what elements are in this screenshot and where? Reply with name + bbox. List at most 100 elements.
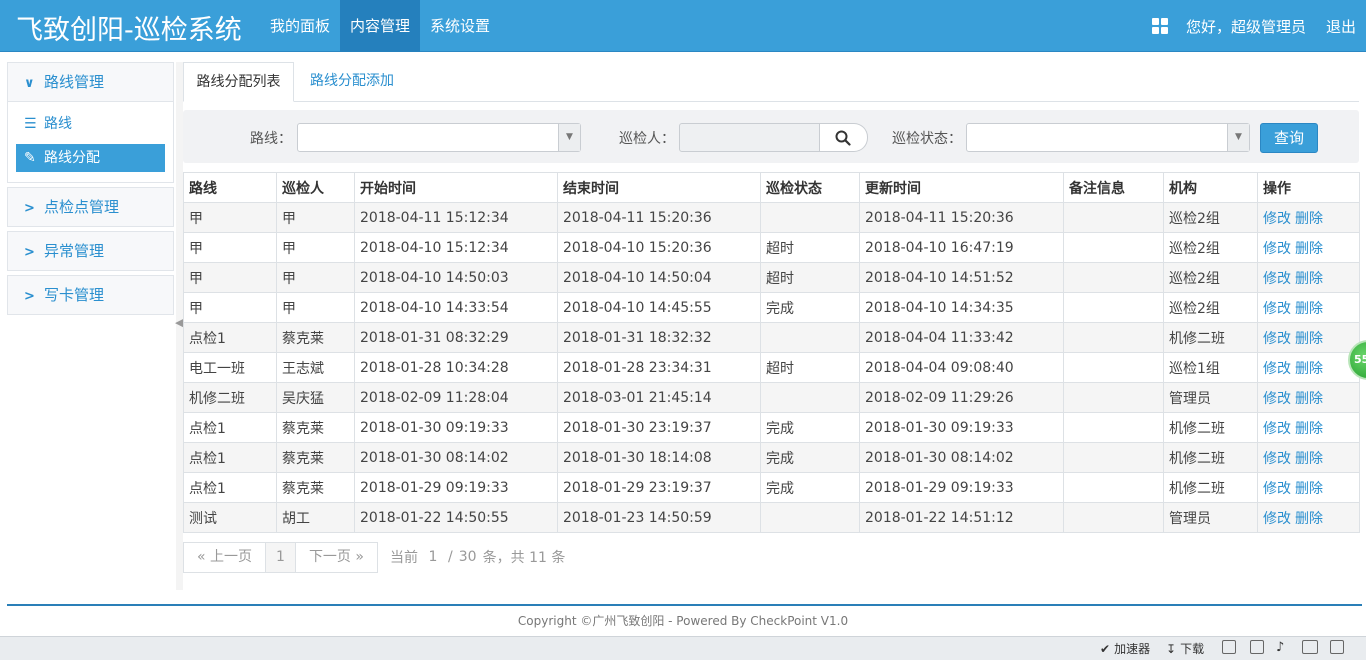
sidebar-group-title-card[interactable]: > 写卡管理	[8, 276, 173, 314]
tab-route-assign-add[interactable]: 路线分配添加	[310, 62, 394, 102]
edit-link[interactable]: 修改	[1263, 211, 1291, 227]
screen-icon[interactable]	[1302, 640, 1322, 654]
user-greeting[interactable]: 您好，超级管理员	[1186, 16, 1306, 37]
pencil-icon: ✎	[24, 150, 36, 166]
delete-link[interactable]: 删除	[1295, 481, 1323, 497]
sidebar-item-route[interactable]: ☰ 路线	[16, 110, 165, 138]
brand-title: 飞致创阳-巡检系统	[16, 15, 242, 46]
delete-link[interactable]: 删除	[1295, 421, 1323, 437]
actions-cell: 修改 删除	[1257, 232, 1360, 263]
delete-link[interactable]: 删除	[1295, 301, 1323, 317]
edit-link[interactable]: 修改	[1263, 241, 1291, 257]
actions-cell: 修改 删除	[1257, 262, 1360, 293]
next-page-button[interactable]: 下一页 »	[294, 541, 378, 573]
route-link[interactable]: 甲	[183, 262, 277, 293]
caret-down-icon: ▼	[558, 124, 580, 151]
table-cell: 2018-03-01 21:45:14	[557, 382, 761, 413]
actions-cell: 修改 删除	[1257, 442, 1360, 473]
edit-link[interactable]: 修改	[1263, 511, 1291, 527]
route-link[interactable]: 点检1	[183, 412, 277, 443]
sidebar-group-checkpoint: > 点检点管理	[7, 187, 174, 227]
route-link[interactable]: 点检1	[183, 322, 277, 353]
table-cell: 巡检2组	[1163, 232, 1258, 263]
table-cell	[1063, 262, 1164, 293]
status-cell	[760, 382, 860, 413]
table-cell: 巡检1组	[1163, 352, 1258, 383]
route-link[interactable]: 甲	[183, 232, 277, 263]
delete-link[interactable]: 删除	[1295, 391, 1323, 407]
route-link[interactable]: 点检1	[183, 472, 277, 503]
logout-link[interactable]: 退出	[1326, 16, 1356, 37]
apps-grid-icon[interactable]	[1151, 18, 1168, 34]
edit-link[interactable]: 修改	[1263, 331, 1291, 347]
zoom-icon[interactable]	[1222, 640, 1240, 654]
page-number-input[interactable]: 1	[418, 549, 448, 565]
table-cell: 机修二班	[1163, 472, 1258, 503]
edit-link[interactable]: 修改	[1263, 361, 1291, 377]
delete-link[interactable]: 删除	[1295, 361, 1323, 377]
delete-link[interactable]: 删除	[1295, 451, 1323, 467]
actions-cell: 修改 删除	[1257, 412, 1360, 443]
table-row: 点检1 蔡克莱 2018-01-31 08:32:29 2018-01-31 18:3…	[183, 322, 1360, 353]
edit-link[interactable]: 修改	[1263, 421, 1291, 437]
current-page: 1	[265, 541, 296, 573]
sidebar-group-body: ☰ 路线 ✎ 路线分配	[8, 101, 173, 182]
table-cell: 蔡克莱	[276, 412, 355, 443]
delete-link[interactable]: 删除	[1295, 271, 1323, 287]
inspector-search-button[interactable]	[820, 123, 868, 152]
status-cell	[760, 502, 860, 533]
delete-link[interactable]: 删除	[1295, 211, 1323, 227]
tab-route-assign-list[interactable]: 路线分配列表	[183, 62, 294, 102]
table-cell: 蔡克莱	[276, 322, 355, 353]
table-row: 点检1 蔡克莱 2018-01-29 09:19:33 2018-01-29 23:1…	[183, 472, 1360, 503]
query-button[interactable]: 查询	[1260, 123, 1318, 153]
status-select[interactable]: ▼	[966, 123, 1250, 152]
download-button[interactable]: ↧ 下载	[1166, 640, 1204, 657]
column-header: 开始时间	[354, 172, 558, 203]
sidebar-group-title-checkpoint[interactable]: > 点检点管理	[8, 188, 173, 226]
table-cell: 2018-01-28 10:34:28	[354, 352, 558, 383]
delete-link[interactable]: 删除	[1295, 331, 1323, 347]
sidebar-group-title-exception[interactable]: > 异常管理	[8, 232, 173, 270]
route-label: 路线：	[250, 131, 292, 147]
table-cell: 2018-04-10 14:51:52	[859, 262, 1064, 293]
sidebar-item-route-assign[interactable]: ✎ 路线分配	[16, 144, 165, 172]
table-cell: 2018-01-31 08:32:29	[354, 322, 558, 353]
table-cell	[1063, 352, 1164, 383]
trash-icon[interactable]	[1250, 640, 1268, 654]
inspector-input[interactable]	[679, 123, 820, 152]
top-header: 飞致创阳-巡检系统 我的面板 内容管理 系统设置 您好，超级管理员 退出	[0, 0, 1366, 52]
route-link[interactable]: 甲	[183, 202, 277, 233]
route-link[interactable]: 电工一班	[183, 352, 277, 383]
table-cell: 机修二班	[1163, 412, 1258, 443]
table-cell: 甲	[276, 292, 355, 323]
table-cell: 2018-01-31 18:32:32	[557, 322, 761, 353]
edit-link[interactable]: 修改	[1263, 271, 1291, 287]
table-cell: 2018-01-29 09:19:33	[354, 472, 558, 503]
prev-page-button[interactable]: « 上一页	[183, 541, 267, 573]
delete-link[interactable]: 删除	[1295, 241, 1323, 257]
delete-link[interactable]: 删除	[1295, 511, 1323, 527]
footer-divider	[7, 604, 1362, 606]
table-cell: 2018-01-30 23:19:37	[557, 412, 761, 443]
edit-link[interactable]: 修改	[1263, 301, 1291, 317]
route-select[interactable]: ▼	[297, 123, 581, 152]
nav-dashboard[interactable]: 我的面板	[260, 0, 340, 52]
sidebar-group-title-route[interactable]: ∨ 路线管理	[8, 63, 173, 101]
route-link[interactable]: 点检1	[183, 442, 277, 473]
route-link[interactable]: 甲	[183, 292, 277, 323]
nav-content-management[interactable]: 内容管理	[340, 0, 421, 52]
table-cell: 2018-04-11 15:20:36	[557, 202, 761, 233]
accelerator-button[interactable]: ✔ 加速器	[1100, 640, 1150, 657]
route-link[interactable]: 机修二班	[183, 382, 277, 413]
speaker-icon[interactable]: ♪	[1276, 640, 1284, 655]
window-icon[interactable]	[1330, 640, 1348, 654]
edit-link[interactable]: 修改	[1263, 451, 1291, 467]
status-cell: 完成	[760, 472, 860, 503]
edit-link[interactable]: 修改	[1263, 481, 1291, 497]
table-cell	[1063, 502, 1164, 533]
route-link[interactable]: 测试	[183, 502, 277, 533]
page-size-input[interactable]: 30	[453, 549, 483, 565]
edit-link[interactable]: 修改	[1263, 391, 1291, 407]
nav-system-settings[interactable]: 系统设置	[420, 0, 500, 52]
